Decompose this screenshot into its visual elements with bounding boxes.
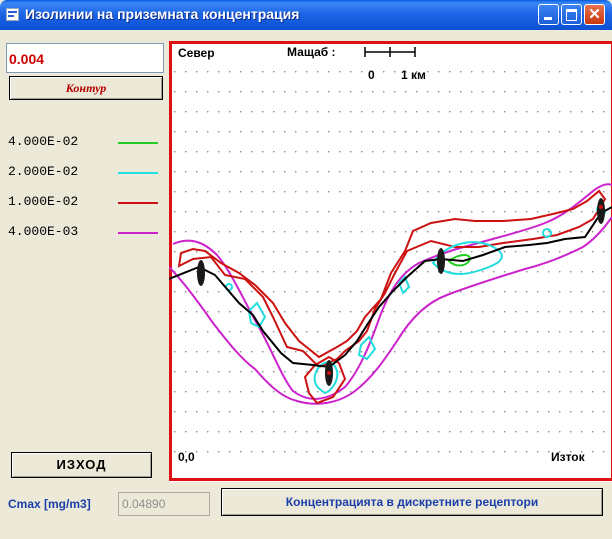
legend-label: 2.000E-02 [8, 164, 79, 179]
maximize-button[interactable] [561, 4, 582, 25]
minimize-button[interactable] [538, 4, 559, 25]
legend-line [118, 232, 158, 234]
east-label: Изток [551, 450, 585, 464]
legend-label: 1.000E-02 [8, 194, 79, 209]
scale-km-label: 1 км [401, 68, 426, 82]
window-title: Изолинии на приземната концентрация [25, 6, 300, 22]
isoline-plot-canvas [169, 41, 612, 482]
cmax-value-field: 0.04890 [118, 492, 210, 516]
legend-label: 4.000E-03 [8, 224, 79, 239]
scale-zero-label: 0 [368, 68, 375, 82]
north-label: Север [178, 46, 215, 60]
origin-label: 0,0 [178, 450, 195, 464]
legend-line [118, 142, 158, 144]
title-bar[interactable]: Изолинии на приземната концентрация ✕ [0, 0, 612, 30]
contour-button[interactable]: Контур [9, 76, 163, 100]
contour-value-input[interactable]: 0.004 [6, 43, 164, 73]
app-window: Изолинии на приземната концентрация ✕ 0.… [0, 0, 612, 539]
scale-label: Мащаб : [287, 45, 336, 59]
exit-button[interactable]: ИЗХОД [11, 452, 152, 478]
window-icon[interactable] [6, 8, 19, 21]
legend-line [118, 202, 158, 204]
legend-label: 4.000E-02 [8, 134, 79, 149]
isoline-plot[interactable]: Север Мащаб : 0 1 км 0,0 Изток [169, 41, 612, 482]
legend-line [118, 172, 158, 174]
receptors-button[interactable]: Концентрацията в дискретните рецептори [221, 488, 603, 516]
close-button[interactable]: ✕ [584, 4, 605, 25]
cmax-label: Cmax [mg/m3] [8, 497, 91, 511]
close-icon: ✕ [588, 6, 601, 23]
